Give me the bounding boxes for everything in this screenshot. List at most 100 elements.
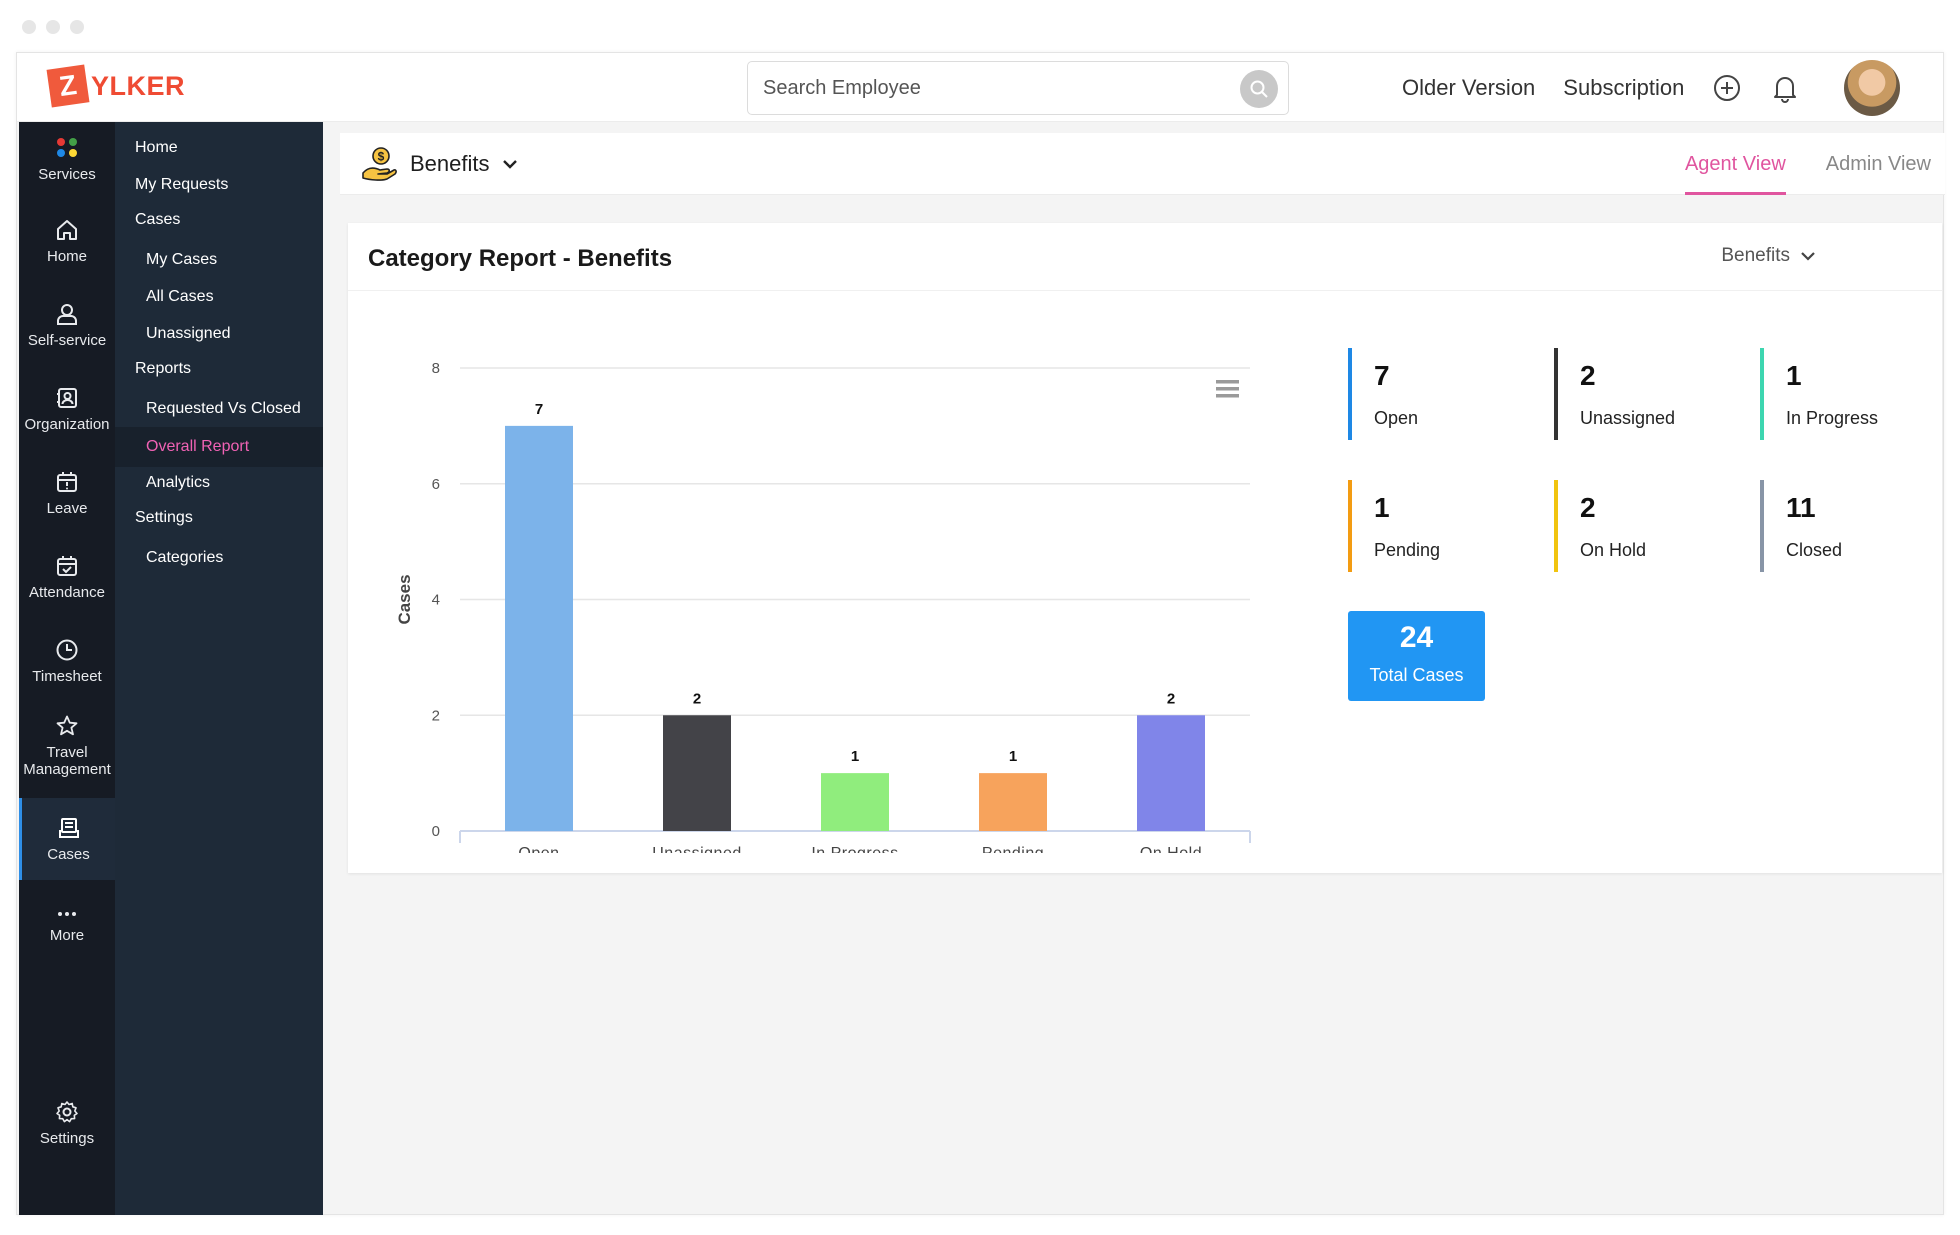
bar-open (505, 425, 573, 831)
window-dot (22, 20, 36, 34)
total-value: 24 (1399, 621, 1434, 654)
search-button[interactable] (1240, 70, 1278, 108)
report-filter-dropdown[interactable]: Benefits (1721, 245, 1816, 267)
category-dropdown[interactable]: $ Benefits (360, 133, 518, 195)
stat-value: 2 (1580, 492, 1596, 523)
window-dot (70, 20, 84, 34)
stat-in-progress: 1 In Progress (1760, 348, 1940, 440)
chevron-down-icon (502, 160, 517, 169)
search-icon (1250, 80, 1268, 98)
tab-admin-view[interactable]: Admin View (1826, 133, 1931, 195)
rail-item-home[interactable]: Home (19, 218, 115, 280)
submenu-analytics[interactable]: Analytics (115, 465, 323, 501)
contacts-icon (57, 388, 77, 408)
stat-on-hold: 2 On Hold (1554, 480, 1734, 572)
bell-icon (1774, 76, 1797, 103)
rail-item-timesheet[interactable]: Timesheet (19, 638, 115, 700)
gear-icon (56, 1101, 78, 1123)
stat-label: Unassigned (1580, 408, 1676, 428)
rail-label: Leave (46, 500, 88, 517)
category-report-card: Category Report - Benefits Benefits 0246… (348, 223, 1942, 873)
stat-open: 7 Open (1348, 348, 1528, 440)
x-tick-label: Pending (982, 845, 1044, 853)
y-tick-label: 0 (432, 823, 440, 840)
rail-item-organization[interactable]: Organization (19, 386, 115, 448)
report-title: Category Report - Benefits (368, 245, 673, 272)
rail-item-attendance[interactable]: Attendance (19, 554, 115, 616)
search-box (747, 61, 1289, 115)
y-tick-label: 4 (432, 592, 440, 609)
rail-item-leave[interactable]: Leave (19, 470, 115, 532)
submenu-categories[interactable]: Categories (115, 540, 323, 576)
calendar-icon (57, 472, 77, 492)
total-cases-tile[interactable]: 24 Total Cases (1348, 611, 1485, 701)
y-tick-label: 8 (432, 360, 440, 377)
rail-label: Timesheet (32, 668, 102, 685)
submenu-settings[interactable]: Settings (115, 500, 323, 536)
rail-item-self-service[interactable]: Self-service (19, 302, 115, 364)
bar-on-hold (1137, 715, 1205, 831)
user-avatar[interactable] (1844, 60, 1900, 116)
notifications-button[interactable] (1770, 73, 1800, 103)
bar-pending (979, 773, 1047, 831)
data-label: 2 (1167, 690, 1175, 707)
data-label: 1 (851, 748, 859, 765)
older-version-link[interactable]: Older Version (1402, 75, 1535, 101)
stat-value: 11 (1786, 492, 1816, 523)
stat-unassigned: 2 Unassigned (1554, 348, 1734, 440)
stat-value: 1 (1374, 492, 1390, 523)
search-employee-input[interactable] (763, 62, 1223, 114)
chart-menu-button[interactable] (1216, 380, 1239, 398)
rail-label: Home (46, 248, 87, 265)
menu-line (1216, 380, 1239, 384)
window-controls (22, 20, 84, 34)
submenu-home[interactable]: Home (115, 130, 323, 166)
rail-item-settings[interactable]: Settings (19, 1100, 115, 1162)
submenu-reports[interactable]: Reports (115, 351, 323, 387)
add-button[interactable] (1712, 73, 1742, 103)
submenu-requested-vs-closed[interactable]: Requested Vs Closed (115, 391, 323, 427)
stat-label: In Progress (1786, 408, 1879, 428)
stat-label: Pending (1374, 540, 1441, 560)
home-icon (57, 220, 77, 240)
view-tabs: Agent View Admin View (1684, 133, 1931, 195)
submenu-unassigned[interactable]: Unassigned (115, 316, 323, 352)
stat-pending: 1 Pending (1348, 480, 1528, 572)
submenu-my-requests[interactable]: My Requests (115, 167, 323, 203)
rail-item-cases[interactable]: Cases (19, 798, 115, 880)
rail-label: Settings (39, 1130, 95, 1147)
stat-label: On Hold (1580, 540, 1647, 560)
rail-item-travel-management[interactable]: Travel Management (19, 714, 115, 792)
logo-mark: Z (46, 64, 90, 108)
data-label: 7 (535, 401, 543, 418)
submenu-overall-report[interactable]: Overall Report (115, 427, 323, 467)
app-window: Z YLKER Older Version Subscription Servi… (16, 52, 1945, 1215)
total-label: Total Cases (1369, 665, 1464, 685)
card-header: Category Report - Benefits Benefits (348, 223, 1942, 291)
subscription-link[interactable]: Subscription (1563, 75, 1684, 101)
rail-label: More (49, 927, 85, 944)
apps-icon (57, 138, 77, 157)
icon-rail: Services Home Self-service Organization … (19, 122, 115, 1215)
submenu-my-cases[interactable]: My Cases (115, 242, 323, 278)
data-label: 2 (693, 690, 701, 707)
x-tick-label: On Hold (1140, 845, 1202, 853)
stat-value: 2 (1580, 360, 1596, 391)
person-icon (57, 304, 77, 325)
cases-submenu: Home My Requests Cases My Cases All Case… (115, 122, 323, 1215)
rail-label: Attendance (29, 584, 105, 601)
benefits-icon: $ (362, 147, 397, 181)
more-icon (58, 912, 76, 916)
menu-line (1216, 387, 1239, 391)
zylker-logo[interactable]: Z YLKER (46, 64, 185, 108)
submenu-all-cases[interactable]: All Cases (115, 279, 323, 315)
submenu-cases[interactable]: Cases (115, 202, 323, 238)
rail-item-more[interactable]: More (19, 907, 115, 969)
rail-label: Services (38, 166, 96, 183)
tab-agent-view[interactable]: Agent View (1684, 133, 1786, 195)
chevron-down-icon (1801, 252, 1815, 261)
rail-item-services[interactable]: Services (19, 136, 115, 198)
stat-label: Open (1374, 408, 1419, 428)
top-header: Z YLKER Older Version Subscription (17, 53, 1943, 122)
category-subheader: $ Benefits Agent View Admin View (340, 133, 1945, 195)
